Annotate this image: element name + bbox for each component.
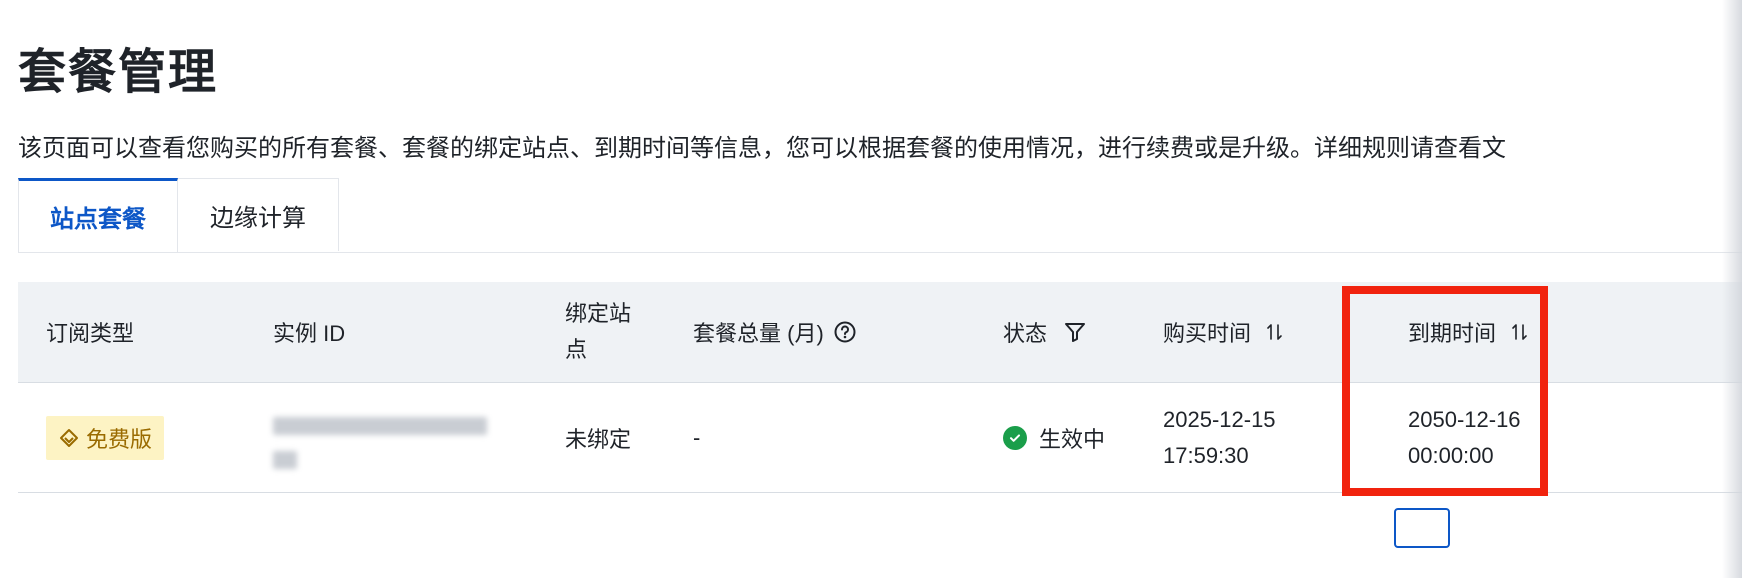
table-row: 免费版 未绑定 - 生效中 2025-12-15 17:59:30 2050-1… xyxy=(18,383,1742,493)
help-icon[interactable] xyxy=(834,321,856,343)
column-bound-site-label: 绑定站点 xyxy=(565,301,632,362)
page-title: 套餐管理 xyxy=(18,46,219,99)
expire-clock: 00:00:00 xyxy=(1408,442,1494,468)
sort-icon[interactable] xyxy=(1510,322,1530,342)
cell-expire-time: 2050-12-16 00:00:00 xyxy=(1408,383,1521,492)
scroll-edge-shadow xyxy=(1722,0,1742,578)
expire-date: 2050-12-16 xyxy=(1408,406,1521,432)
cell-subscription-type: 免费版 xyxy=(46,383,165,492)
column-status: 状态 xyxy=(1003,282,1087,382)
action-button-partial[interactable] xyxy=(1394,508,1450,548)
status-label: 生效中 xyxy=(1039,426,1106,452)
column-subscription-type: 订阅类型 xyxy=(46,321,135,346)
instance-id-redacted xyxy=(273,403,493,473)
purchase-date: 2025-12-15 xyxy=(1163,406,1276,432)
column-package-total-label: 套餐总量 (月) xyxy=(693,321,824,346)
column-expire-time-label: 到期时间 xyxy=(1408,321,1497,346)
plan-name: 免费版 xyxy=(86,426,153,452)
page-description: 该页面可以查看您购买的所有套餐、套餐的绑定站点、到期时间等信息，您可以根据套餐的… xyxy=(18,135,1506,162)
filter-icon[interactable] xyxy=(1063,320,1087,344)
column-bound-site: 绑定站点 xyxy=(565,282,645,382)
tab-bar: 站点套餐 边缘计算 xyxy=(18,178,1742,253)
cell-status: 生效中 xyxy=(1003,383,1105,492)
cell-purchase-time: 2025-12-15 17:59:30 xyxy=(1163,383,1276,492)
tab-site-package[interactable]: 站点套餐 xyxy=(18,178,178,252)
plan-badge: 免费版 xyxy=(46,415,165,460)
purchase-clock: 17:59:30 xyxy=(1163,442,1249,468)
table-header: 订阅类型 实例 ID 绑定站点 套餐总量 (月) 状态 购买时间 到期时间 xyxy=(18,282,1742,383)
cell-package-total: - xyxy=(693,424,701,450)
cell-instance-id xyxy=(273,383,493,492)
diamond-icon xyxy=(58,427,80,449)
column-purchase-time-label: 购买时间 xyxy=(1163,321,1252,346)
cell-bound-site: 未绑定 xyxy=(565,426,632,452)
sort-icon[interactable] xyxy=(1265,322,1285,342)
column-status-label: 状态 xyxy=(1003,321,1048,346)
column-expire-time: 到期时间 xyxy=(1408,282,1530,382)
check-circle-icon xyxy=(1003,425,1027,450)
tab-edge-compute[interactable]: 边缘计算 xyxy=(178,178,339,251)
column-purchase-time: 购买时间 xyxy=(1163,282,1285,382)
column-instance-id: 实例 ID xyxy=(273,321,346,346)
column-package-total: 套餐总量 (月) xyxy=(693,282,856,382)
